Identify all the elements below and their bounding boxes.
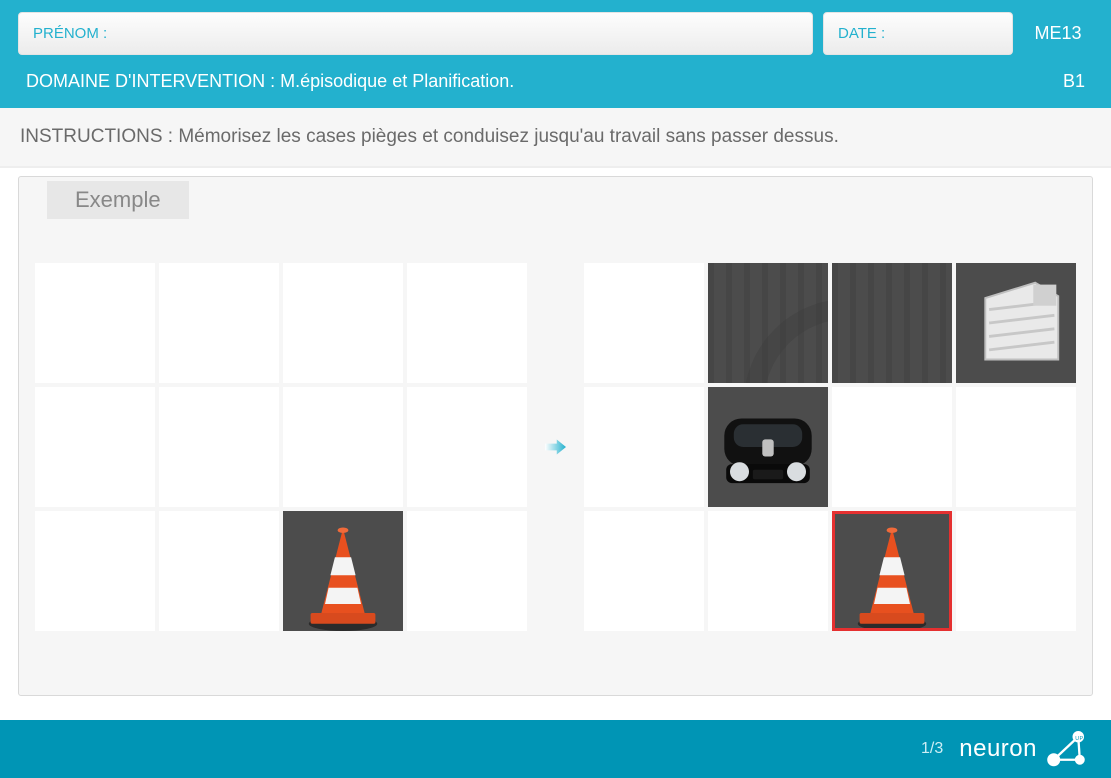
grid-cell: [832, 511, 952, 631]
cone-icon: [283, 511, 403, 631]
date-field[interactable]: DATE :: [823, 12, 1013, 55]
instructions-bar: INSTRUCTIONS : Mémorisez les cases piège…: [0, 108, 1111, 168]
grid-cell: [283, 511, 403, 631]
grid-cell: [159, 263, 279, 383]
grid-cell: [283, 263, 403, 383]
level-label: B1: [1063, 71, 1085, 92]
grid-cell: [956, 263, 1076, 383]
grid-cell: [407, 511, 527, 631]
worksheet-footer: 1/3 neuron UP: [0, 720, 1111, 778]
cone-icon: [832, 511, 952, 631]
grid-cell: [35, 387, 155, 507]
grid-cell: [832, 387, 952, 507]
page-indicator: 1/3: [921, 740, 943, 758]
grid-cell: [956, 511, 1076, 631]
prenom-field[interactable]: PRÉNOM :: [18, 12, 813, 55]
worksheet-header: PRÉNOM : DATE : ME13 DOMAINE D'INTERVENT…: [0, 0, 1111, 108]
grid-cell: [708, 387, 828, 507]
building-icon: [956, 263, 1076, 383]
grid-cell: [159, 387, 279, 507]
header-top-row: PRÉNOM : DATE : ME13: [18, 12, 1093, 55]
grid-cell: [708, 511, 828, 631]
domain-label: DOMAINE D'INTERVENTION : M.épisodique et…: [26, 71, 514, 92]
grid-cell: [159, 511, 279, 631]
example-panel: Exemple: [18, 176, 1093, 696]
car-icon: [708, 387, 828, 507]
grid-cell: [956, 387, 1076, 507]
worksheet-code: ME13: [1023, 12, 1093, 55]
grid-cell: [584, 387, 704, 507]
grid-left: [35, 263, 527, 631]
grid-cell: [584, 511, 704, 631]
arrow-icon: [545, 427, 566, 467]
grid-cell: [35, 263, 155, 383]
road-straight: [832, 263, 952, 383]
grid-cell: [283, 387, 403, 507]
grid-cell: [584, 263, 704, 383]
grids-container: [35, 263, 1076, 631]
logo-icon: UP: [1043, 726, 1089, 772]
header-bottom-row: DOMAINE D'INTERVENTION : M.épisodique et…: [18, 55, 1093, 108]
grid-cell: [407, 263, 527, 383]
grid-cell: [407, 387, 527, 507]
grid-right: [584, 263, 1076, 631]
svg-text:UP: UP: [1075, 736, 1083, 742]
example-label: Exemple: [47, 181, 189, 219]
brand-logo: neuron UP: [959, 726, 1089, 772]
brand-text: neuron: [959, 735, 1037, 763]
grid-cell: [35, 511, 155, 631]
road-curve: [708, 263, 828, 383]
